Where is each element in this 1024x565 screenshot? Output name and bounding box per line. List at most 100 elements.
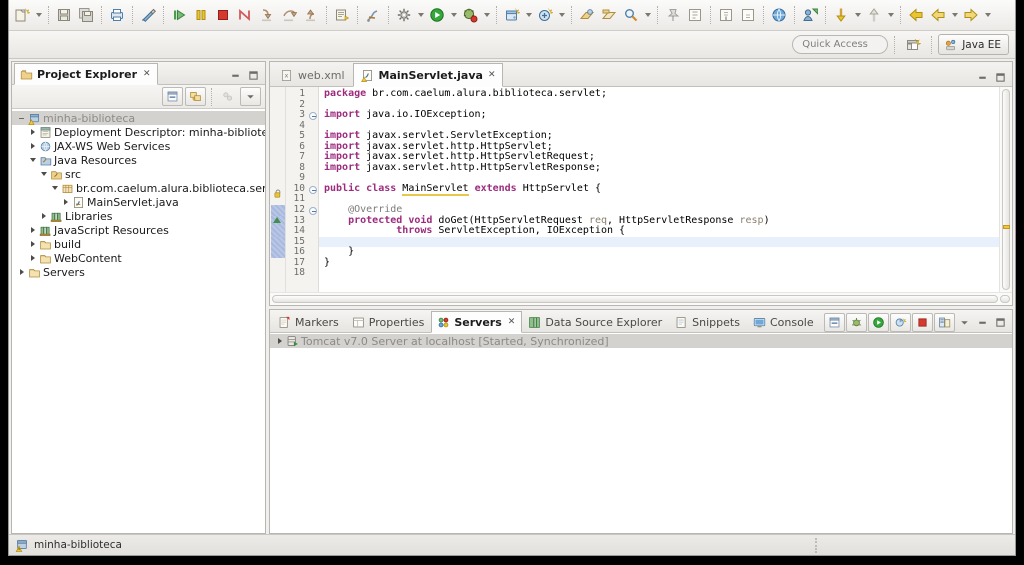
editor-horizontal-scrollbar[interactable]	[270, 292, 1012, 305]
web-browser-icon[interactable]	[768, 4, 790, 26]
previous-edit-dropdown[interactable]	[885, 4, 896, 26]
new-wizard-dropdown[interactable]	[33, 4, 44, 26]
tree-item[interactable]: Libraries	[12, 209, 265, 223]
step-return-icon[interactable]	[300, 4, 322, 26]
close-icon[interactable]: ✕	[488, 70, 496, 80]
maximize-icon[interactable]	[245, 67, 262, 84]
start-server-icon[interactable]	[868, 313, 889, 332]
save-all-icon[interactable]	[75, 4, 97, 26]
debug-server-icon[interactable]	[846, 313, 867, 332]
tree-twisty-closed-icon[interactable]	[27, 227, 38, 233]
debug-suspend-icon[interactable]	[190, 4, 212, 26]
tab-snippets[interactable]: Snippets	[669, 311, 747, 333]
new-ejb-dropdown[interactable]	[556, 4, 567, 26]
editor-tab-web-xml[interactable]: x web.xml	[272, 63, 353, 87]
debug-icon[interactable]	[459, 4, 481, 26]
fold-collapse-icon[interactable]	[309, 206, 317, 215]
search-dropdown[interactable]	[642, 4, 653, 26]
tree-item[interactable]: src	[12, 167, 265, 181]
tree-item[interactable]: build	[12, 237, 265, 251]
servers-list[interactable]: Tomcat v7.0 Server at localhost [Started…	[270, 333, 1012, 533]
open-perspective-shortcut-icon[interactable]	[799, 4, 821, 26]
code-line[interactable]: }	[324, 246, 999, 258]
editor-vertical-scrollbar[interactable]	[999, 87, 1012, 292]
tree-item[interactable]: br.com.caelum.alura.biblioteca.servlet	[12, 181, 265, 195]
forward-icon[interactable]	[960, 4, 982, 26]
tree-twisty-open-icon[interactable]	[27, 158, 38, 162]
debug-terminate-icon[interactable]	[212, 4, 234, 26]
tree-twisty-closed-icon[interactable]	[274, 338, 285, 344]
perspective-java-ee-button[interactable]: Java EE	[938, 34, 1009, 55]
quick-access-input[interactable]	[792, 35, 889, 54]
pin-editor-icon[interactable]	[662, 4, 684, 26]
code-line[interactable]: public class MainServlet extends HttpSer…	[324, 182, 999, 196]
tree-twisty-closed-icon[interactable]	[27, 129, 38, 135]
tree-item[interactable]: JavaScript Resources	[12, 223, 265, 237]
debug-disconnect-icon[interactable]	[234, 4, 256, 26]
tree-twisty-closed-icon[interactable]	[16, 269, 27, 275]
code-line[interactable]	[324, 268, 999, 279]
tree-item[interactable]: Java Resources	[12, 153, 265, 167]
run-dropdown[interactable]	[448, 4, 459, 26]
server-row[interactable]: Tomcat v7.0 Server at localhost [Started…	[270, 334, 1012, 348]
next-annotation-icon[interactable]	[715, 4, 737, 26]
editor-source-text[interactable]: package br.com.caelum.alura.biblioteca.s…	[319, 87, 999, 292]
tab-markers[interactable]: Markers	[272, 311, 346, 333]
fold-collapse-icon[interactable]	[309, 185, 317, 194]
tree-twisty-open-icon[interactable]	[38, 172, 49, 176]
tree-item[interactable]: Deployment Descriptor: minha-biblioteca	[12, 125, 265, 139]
tab-properties[interactable]: Properties	[346, 311, 432, 333]
project-tree[interactable]: minha-biblioteca Deployment Descriptor: m…	[12, 109, 265, 533]
minimize-icon[interactable]	[974, 69, 991, 86]
run-icon[interactable]	[426, 4, 448, 26]
minimize-icon[interactable]	[227, 67, 244, 84]
open-resource-icon[interactable]	[598, 4, 620, 26]
step-into-icon[interactable]	[256, 4, 278, 26]
previous-edit-location-icon[interactable]	[863, 4, 885, 26]
tree-item[interactable]: minha-biblioteca	[12, 111, 265, 125]
open-type-icon[interactable]	[576, 4, 598, 26]
tree-item[interactable]: WebContent	[12, 251, 265, 265]
tree-twisty-closed-icon[interactable]	[27, 143, 38, 149]
maximize-icon[interactable]	[992, 69, 1009, 86]
save-icon[interactable]	[53, 4, 75, 26]
debug-resume-icon[interactable]	[168, 4, 190, 26]
tab-servers[interactable]: Servers ✕	[431, 311, 523, 333]
scrollbar-thumb[interactable]	[1002, 89, 1010, 290]
tree-twisty-dash-icon[interactable]	[16, 118, 27, 119]
maximize-icon[interactable]	[992, 314, 1009, 331]
step-over-icon[interactable]	[278, 4, 300, 26]
minimize-icon[interactable]	[974, 314, 991, 331]
tab-project-explorer[interactable]: Project Explorer ✕	[14, 63, 158, 85]
editor-marker-gutter[interactable]	[270, 87, 286, 292]
tree-twisty-closed-icon[interactable]	[27, 255, 38, 261]
external-tools-icon[interactable]	[393, 4, 415, 26]
back-icon[interactable]	[905, 4, 927, 26]
search-icon[interactable]	[620, 4, 642, 26]
status-resize-grip[interactable]	[815, 538, 819, 553]
tree-item[interactable]: JAX-WS Web Services	[12, 139, 265, 153]
next-edit-dropdown[interactable]	[852, 4, 863, 26]
fold-collapse-icon[interactable]	[309, 111, 317, 120]
tree-twisty-closed-icon[interactable]	[27, 241, 38, 247]
code-line[interactable]: import javax.servlet.http.HttpServletRes…	[324, 162, 999, 174]
warning-marker-icon[interactable]	[273, 184, 283, 203]
forward-dropdown[interactable]	[982, 4, 993, 26]
editor-tab-mainservlet-java[interactable]: MainServlet.java ✕	[352, 63, 504, 87]
profile-server-icon[interactable]	[890, 313, 911, 332]
print-icon[interactable]	[106, 4, 128, 26]
close-icon[interactable]: ✕	[143, 69, 151, 79]
tree-twisty-closed-icon[interactable]	[38, 213, 49, 219]
warning-overview-marker[interactable]	[1003, 225, 1010, 229]
view-menu-icon[interactable]	[240, 87, 261, 106]
code-line[interactable]: package br.com.caelum.alura.biblioteca.s…	[324, 88, 999, 100]
link-with-editor-icon[interactable]	[185, 87, 206, 106]
open-task-icon[interactable]	[331, 4, 353, 26]
tree-twisty-closed-icon[interactable]	[60, 199, 71, 205]
view-menu-icon[interactable]	[956, 314, 973, 331]
back-dropdown[interactable]	[949, 4, 960, 26]
debug-dropdown[interactable]	[481, 4, 492, 26]
open-perspective-icon[interactable]	[901, 34, 925, 56]
editor-folding-gutter[interactable]	[308, 87, 319, 292]
stop-server-icon[interactable]	[912, 313, 933, 332]
